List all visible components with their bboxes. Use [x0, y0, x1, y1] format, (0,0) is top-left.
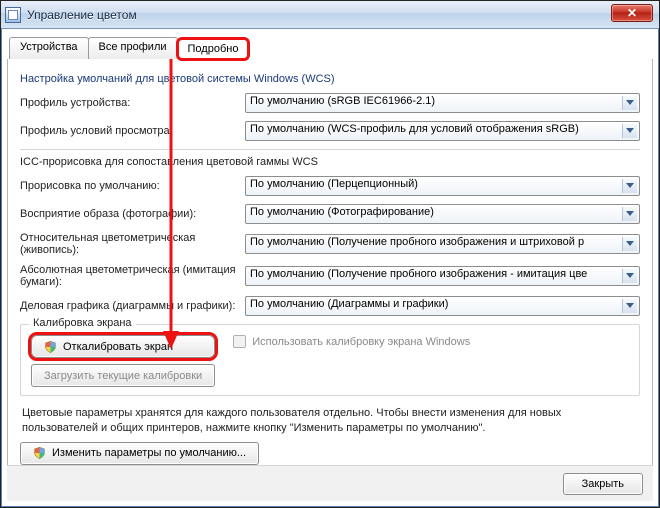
business-graphics-value: По умолчанию (Диаграммы и графики): [245, 296, 640, 316]
shield-icon: [33, 446, 46, 460]
business-graphics-combo[interactable]: По умолчанию (Диаграммы и графики): [245, 296, 640, 316]
app-icon: [5, 7, 21, 23]
dialog-bottom-bar: Закрыть: [7, 465, 653, 501]
row-perceptual: Восприятие образа (фотографии): По умолч…: [20, 204, 640, 224]
perceptual-value: По умолчанию (Фотографирование): [245, 204, 640, 224]
client-area: Устройства Все профили Подробно Настройк…: [7, 35, 653, 501]
shield-icon: [44, 340, 57, 354]
tab-all-profiles[interactable]: Все профили: [88, 37, 178, 59]
footnote-text: Цветовые параметры хранятся для каждого …: [22, 406, 638, 436]
close-button[interactable]: Закрыть: [563, 473, 643, 495]
device-profile-value: По умолчанию (sRGB IEC61966-2.1): [245, 93, 640, 113]
calibration-legend: Калибровка экрана: [29, 317, 136, 329]
abs-colorimetric-combo[interactable]: По умолчанию (Получение пробного изображ…: [245, 266, 640, 286]
tab-devices[interactable]: Устройства: [9, 37, 89, 59]
color-management-window: Управление цветом ✕ Устройства Все профи…: [0, 0, 660, 508]
use-windows-calibration-row: Использовать калибровку экрана Windows: [233, 335, 470, 348]
device-profile-combo[interactable]: По умолчанию (sRGB IEC61966-2.1): [245, 93, 640, 113]
default-intent-combo[interactable]: По умолчанию (Перцепционный): [245, 176, 640, 196]
viewing-profile-value: По умолчанию (WCS-профиль для условий от…: [245, 121, 640, 141]
perceptual-combo[interactable]: По умолчанию (Фотографирование): [245, 204, 640, 224]
close-icon: ✕: [627, 6, 637, 20]
load-calibrations-button[interactable]: Загрузить текущие калибровки: [31, 364, 215, 387]
rel-colorimetric-value: По умолчанию (Получение пробного изображ…: [245, 234, 640, 254]
viewing-profile-combo[interactable]: По умолчанию (WCS-профиль для условий от…: [245, 121, 640, 141]
window-title: Управление цветом: [27, 8, 137, 22]
tab-advanced[interactable]: Подробно: [177, 38, 250, 60]
row-default-intent: Прорисовка по умолчанию: По умолчанию (П…: [20, 176, 640, 196]
titlebar[interactable]: Управление цветом ✕: [1, 1, 659, 29]
rel-colorimetric-combo[interactable]: По умолчанию (Получение пробного изображ…: [245, 234, 640, 254]
row-business-graphics: Деловая графика (диаграммы и графики): П…: [20, 296, 640, 316]
tab-bar: Устройства Все профили Подробно: [7, 35, 653, 60]
change-defaults-label: Изменить параметры по умолчанию...: [52, 447, 246, 459]
change-defaults-button[interactable]: Изменить параметры по умолчанию...: [20, 442, 259, 465]
device-profile-label: Профиль устройства:: [20, 97, 245, 109]
row-device-profile: Профиль устройства: По умолчанию (sRGB I…: [20, 93, 640, 113]
viewing-profile-label: Профиль условий просмотра:: [20, 125, 245, 137]
use-windows-calibration-label: Использовать калибровку экрана Windows: [252, 336, 470, 348]
advanced-panel: Настройка умолчаний для цветовой системы…: [7, 59, 653, 474]
row-abs-colorimetric: Абсолютная цветометрическая (имитация бу…: [20, 264, 640, 288]
rel-colorimetric-label: Относительная цветометрическая (живопись…: [20, 232, 245, 256]
abs-colorimetric-label: Абсолютная цветометрическая (имитация бу…: [20, 264, 245, 288]
calibration-group: Калибровка экрана Откалибровать экран: [20, 324, 640, 396]
row-viewing-profile: Профиль условий просмотра: По умолчанию …: [20, 121, 640, 141]
calibrate-display-label: Откалибровать экран: [63, 341, 173, 353]
use-windows-calibration-checkbox[interactable]: [233, 335, 246, 348]
perceptual-label: Восприятие образа (фотографии):: [20, 208, 245, 220]
row-rel-colorimetric: Относительная цветометрическая (живопись…: [20, 232, 640, 256]
icc-heading: ICC-прорисовка для сопоставления цветово…: [20, 156, 640, 168]
load-calibrations-label: Загрузить текущие калибровки: [44, 370, 202, 382]
window-close-button[interactable]: ✕: [611, 4, 653, 22]
calibrate-display-button[interactable]: Откалибровать экран: [31, 335, 215, 358]
default-intent-value: По умолчанию (Перцепционный): [245, 176, 640, 196]
abs-colorimetric-value: По умолчанию (Получение пробного изображ…: [245, 266, 640, 286]
wcs-defaults-heading: Настройка умолчаний для цветовой системы…: [20, 73, 640, 85]
default-intent-label: Прорисовка по умолчанию:: [20, 180, 245, 192]
business-graphics-label: Деловая графика (диаграммы и графики):: [20, 300, 245, 312]
separator: [20, 149, 640, 150]
